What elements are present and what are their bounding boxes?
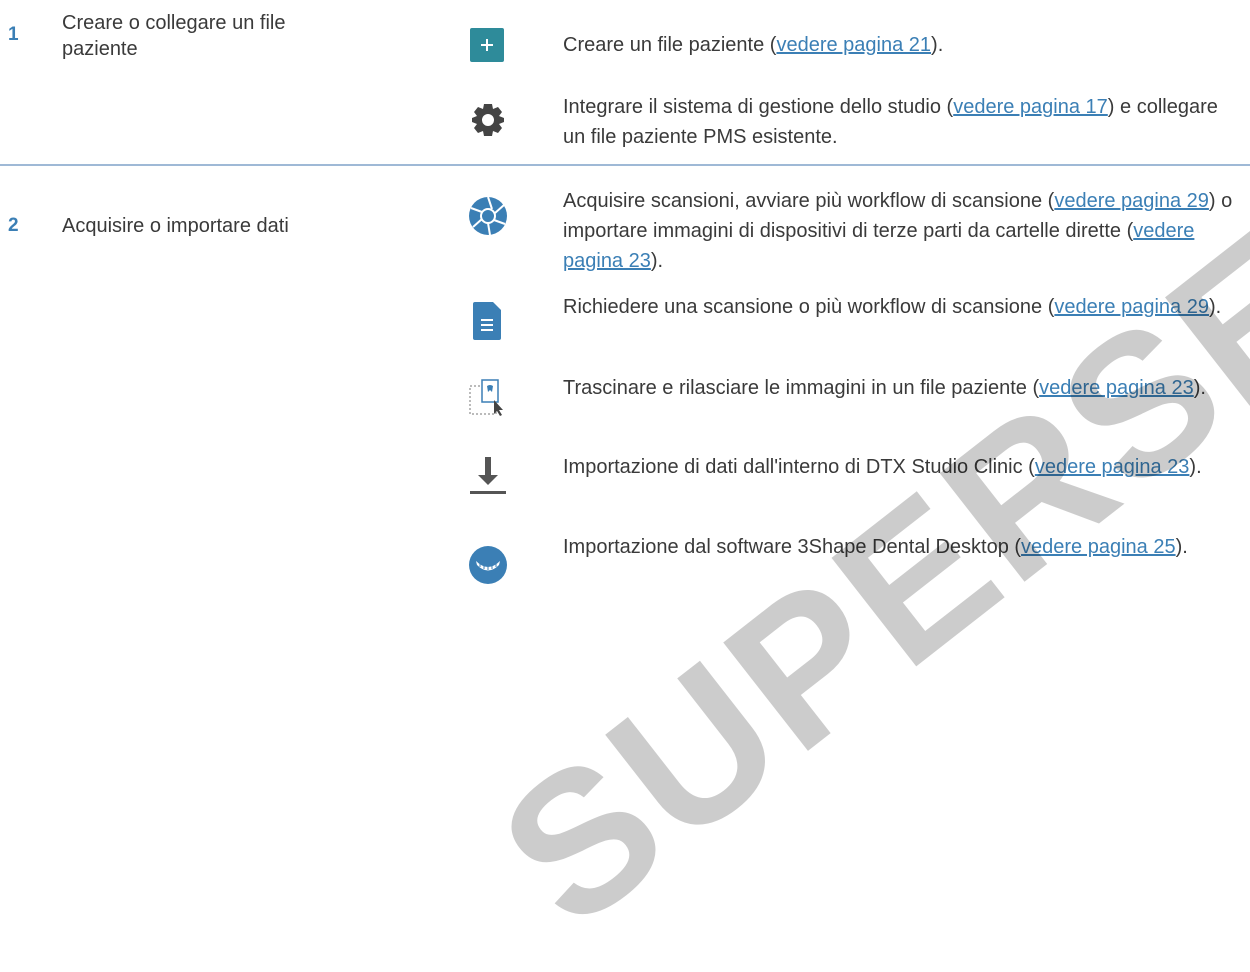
action-text: Importazione dal software 3Shape Dental … bbox=[563, 536, 1188, 558]
section-divider bbox=[0, 164, 1250, 166]
drag-drop-icon[interactable] bbox=[468, 378, 508, 418]
gear-icon bbox=[468, 100, 508, 140]
action-text: Integrare il sistema di gestione dello s… bbox=[563, 96, 1218, 148]
step-label: Acquisire o importare dati bbox=[62, 215, 289, 237]
page-link[interactable]: vedere pagina 23 bbox=[1035, 456, 1190, 478]
download-icon[interactable] bbox=[468, 455, 508, 495]
action-text: Importazione di dati dall'interno di DTX… bbox=[563, 456, 1202, 478]
page-link[interactable]: vedere pagina 17 bbox=[953, 96, 1108, 118]
step-number: 2 bbox=[8, 215, 19, 236]
camera-aperture-icon[interactable] bbox=[468, 196, 508, 236]
page-link[interactable]: vedere pagina 29 bbox=[1054, 296, 1209, 318]
action-text: Richiedere una scansione o più workflow … bbox=[563, 296, 1222, 318]
page-link[interactable]: vedere pagina 23 bbox=[1039, 377, 1194, 399]
action-text: Acquisire scansioni, avviare più workflo… bbox=[563, 190, 1233, 272]
step-label: Creare o collegare un file paziente bbox=[62, 12, 286, 60]
action-text: Creare un file paziente (vedere pagina 2… bbox=[563, 34, 944, 56]
page-link[interactable]: vedere pagina 25 bbox=[1021, 536, 1176, 558]
page-link[interactable]: vedere pagina 21 bbox=[776, 34, 931, 56]
document-icon[interactable] bbox=[468, 301, 508, 341]
plus-icon[interactable] bbox=[470, 28, 504, 62]
3shape-icon[interactable] bbox=[468, 545, 508, 585]
page-link[interactable]: vedere pagina 29 bbox=[1054, 190, 1209, 212]
action-text: Trascinare e rilasciare le immagini in u… bbox=[563, 377, 1206, 399]
step-number: 1 bbox=[8, 24, 19, 45]
